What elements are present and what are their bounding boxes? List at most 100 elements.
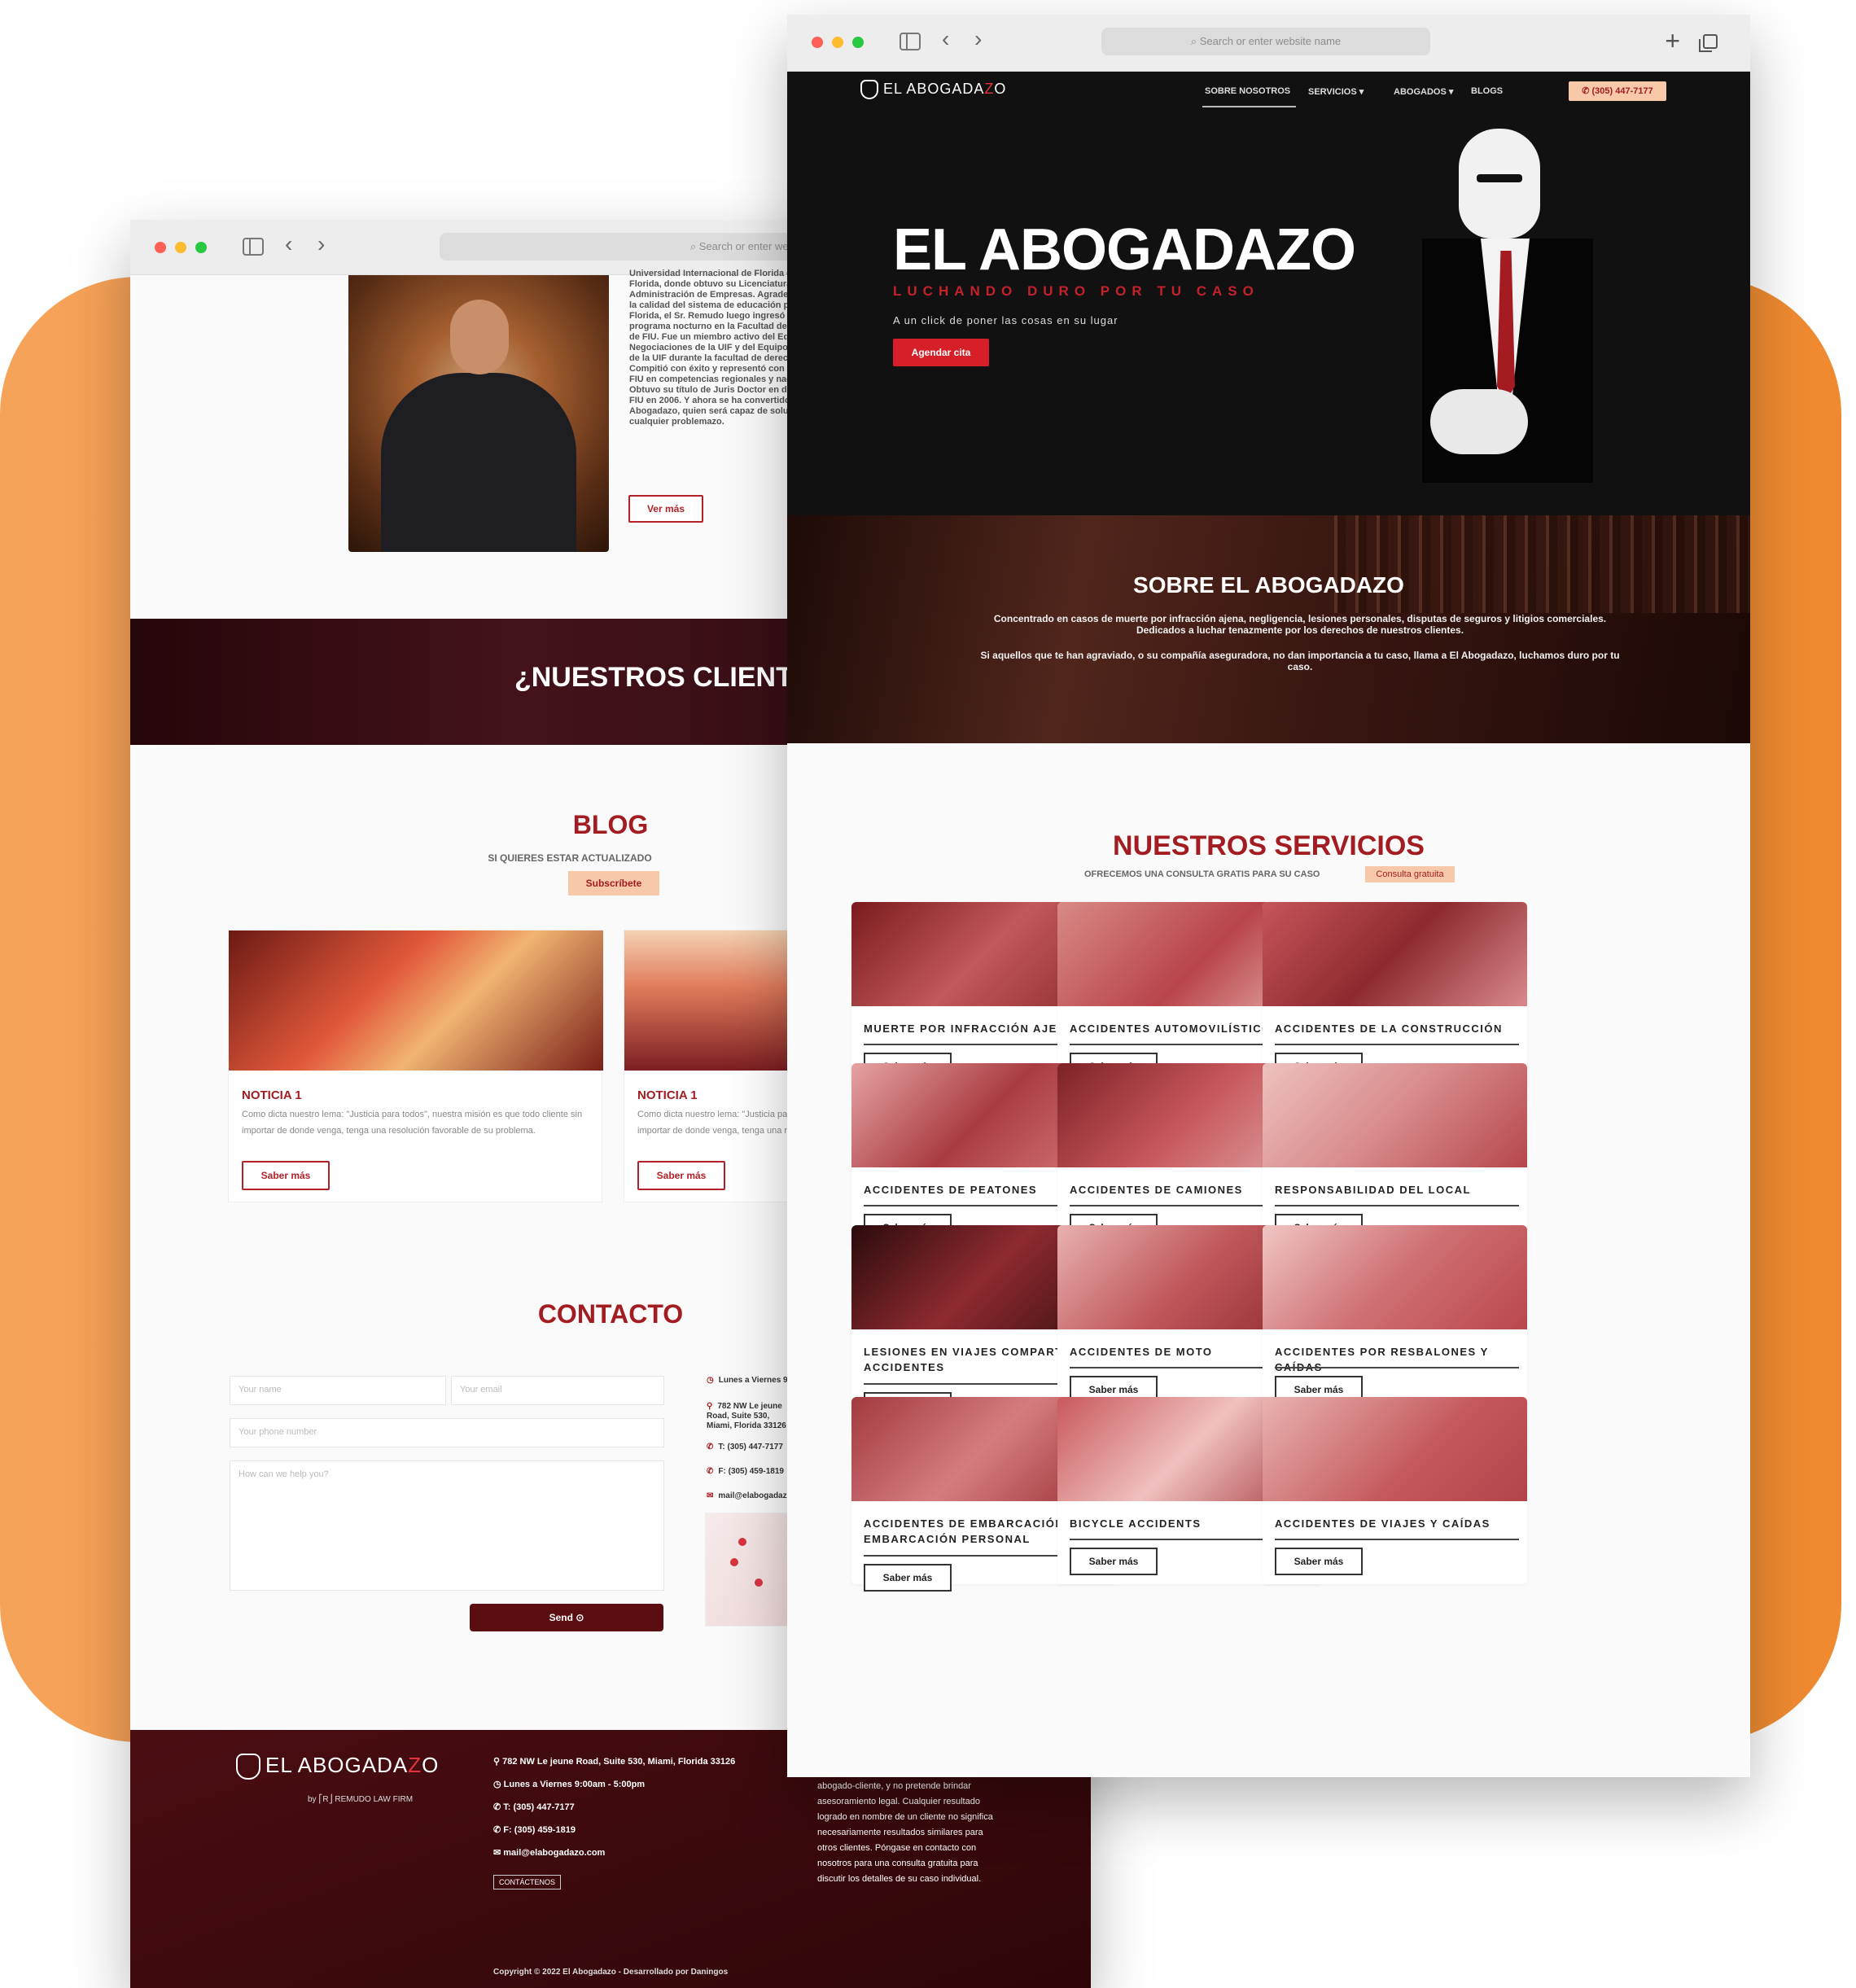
blog-post-title: NOTICIA 1 [242, 1088, 302, 1102]
back-arrow-icon[interactable]: ‹ [285, 233, 292, 256]
service-divider [1275, 1205, 1519, 1206]
hero-slogan: LUCHANDO DURO POR TU CASO [893, 283, 1259, 299]
hero-tagline: A un click de poner las cosas en su luga… [893, 314, 1118, 326]
maximize-dot-icon[interactable] [195, 242, 207, 253]
map-pin-icon [738, 1538, 746, 1546]
service-title: ACCIDENTES DE LA CONSTRUCCIÓN [1275, 1022, 1503, 1035]
lawyer-silhouette [1422, 129, 1593, 515]
service-card[interactable]: RESPONSABILIDAD DEL LOCALSaber más [1263, 1063, 1527, 1250]
remudo-brand: by ⎡R⎦ REMUDO LAW FIRM [308, 1795, 414, 1804]
maximize-dot-icon[interactable] [852, 37, 864, 48]
address-bar[interactable]: ⌕ Search or enter website name [1101, 28, 1430, 55]
agendar-cita-button[interactable]: Agendar cita [893, 339, 989, 366]
contactenos-button[interactable]: CONTÁCTENOS [493, 1875, 562, 1889]
suit-shape [381, 373, 576, 552]
service-image [1263, 1063, 1527, 1167]
saber-mas-button[interactable]: Saber más [242, 1161, 330, 1190]
service-divider [1275, 1367, 1519, 1368]
service-divider [1275, 1044, 1519, 1045]
footer-phone[interactable]: ✆ T: (305) 447-7177 [493, 1802, 575, 1812]
search-icon: ⌕ [1190, 35, 1200, 47]
nav-sobre-nosotros[interactable]: SOBRE NOSOTROS [1205, 86, 1290, 96]
chevron-down-icon: ▾ [1448, 87, 1454, 97]
services-title: NUESTROS SERVICIOS [1113, 830, 1425, 861]
site-logo[interactable]: EL ABOGADAZO [860, 80, 1006, 99]
about-paragraph: Concentrado en casos de muerte por infra… [993, 613, 1607, 636]
phone-icon: ✆ [1582, 86, 1590, 96]
services-subtitle: OFRECEMOS UNA CONSULTA GRATIS PARA SU CA… [1084, 869, 1320, 879]
service-title: RESPONSABILIDAD DEL LOCAL [1275, 1184, 1471, 1196]
blog-post-text: Como dicta nuestro lema: "Justicia para … [242, 1110, 583, 1136]
tabs-overview-icon[interactable] [1699, 34, 1718, 52]
copyright: Copyright © 2022 El Abogadazo - Desarrol… [493, 1968, 729, 1977]
new-tab-icon[interactable]: + [1665, 26, 1680, 56]
blog-post-title: NOTICIA 1 [637, 1088, 698, 1102]
close-dot-icon[interactable] [812, 37, 823, 48]
service-image [1263, 902, 1527, 1006]
browser-toolbar: ‹ › ⌕ Search or enter website name + [787, 15, 1750, 72]
saber-mas-button[interactable]: Saber más [1070, 1548, 1158, 1575]
footer-fax: ✆ F: (305) 459-1819 [493, 1825, 576, 1835]
service-image [1263, 1397, 1527, 1501]
saber-mas-button[interactable]: Saber más [637, 1161, 725, 1190]
sidebar-toggle-icon[interactable] [243, 238, 264, 256]
service-title: ACCIDENTES POR RESBALONES Y CAÍDAS [1275, 1346, 1489, 1373]
service-card[interactable]: ACCIDENTES DE LA CONSTRUCCIÓNSaber más [1263, 902, 1527, 1089]
shield-logo-icon [860, 80, 878, 99]
minimize-dot-icon[interactable] [832, 37, 843, 48]
nav-abogados[interactable]: ABOGADOS ▾ [1394, 86, 1453, 97]
blog-card[interactable]: NOTICIA 1 Como dicta nuestro lema: "Just… [228, 930, 603, 1202]
send-button[interactable]: Send ⊙ [470, 1604, 663, 1631]
sidebar-toggle-icon[interactable] [900, 33, 921, 50]
about-paragraph: Si aquellos que te han agraviado, o su c… [980, 650, 1620, 672]
consulta-gratuita-button[interactable]: Consulta gratuita [1365, 866, 1455, 882]
saber-mas-button[interactable]: Saber más [864, 1564, 952, 1592]
window-controls[interactable] [812, 37, 864, 48]
forward-arrow-icon[interactable]: › [317, 233, 325, 256]
footer-email[interactable]: ✉ mail@elabogadazo.com [493, 1847, 605, 1858]
about-title: SOBRE EL ABOGADAZO [1133, 572, 1404, 598]
lawyer-photo [348, 275, 609, 552]
saber-mas-button[interactable]: Saber más [1275, 1548, 1363, 1575]
nav-blogs[interactable]: BLOGS [1471, 86, 1503, 96]
window-controls[interactable] [155, 242, 207, 253]
blog-subtitle: SI QUIERES ESTAR ACTUALIZADO [488, 852, 652, 864]
service-image [1263, 1225, 1527, 1329]
phone-field[interactable]: Your phone number [230, 1418, 664, 1447]
nav-active-underline [1202, 106, 1296, 107]
hero-brand: EL ABOGADAZO [893, 217, 1356, 282]
forward-arrow-icon[interactable]: › [974, 28, 982, 50]
contact-fax: ✆ F: (305) 459-1819 [707, 1467, 784, 1476]
name-field[interactable]: Your name [230, 1376, 446, 1405]
ver-mas-button[interactable]: Ver más [628, 495, 703, 523]
phone-button[interactable]: ✆ (305) 447-7177 [1569, 81, 1666, 101]
location-map[interactable] [705, 1513, 794, 1627]
shield-logo-icon [236, 1754, 260, 1780]
nav-servicios[interactable]: SERVICIOS ▾ [1308, 86, 1364, 97]
map-pin-icon [755, 1579, 763, 1587]
email-field[interactable]: Your email [451, 1376, 664, 1405]
location-pin-icon: ⚲ [707, 1402, 713, 1411]
close-dot-icon[interactable] [155, 242, 166, 253]
phone-icon: ✆ [707, 1443, 714, 1452]
minimize-dot-icon[interactable] [175, 242, 186, 253]
service-card[interactable]: ACCIDENTES POR RESBALONES Y CAÍDAS Saber … [1263, 1225, 1527, 1412]
arrow-circle-icon: ⊙ [576, 1612, 584, 1623]
service-title: ACCIDENTES DE VIAJES Y CAÍDAS [1275, 1517, 1490, 1530]
message-textarea[interactable]: How can we help you? [230, 1460, 664, 1591]
clock-icon: ◷ [707, 1376, 714, 1385]
subscribe-button[interactable]: Subscríbete [568, 871, 659, 895]
back-arrow-icon[interactable]: ‹ [942, 28, 949, 50]
contact-address: ⚲ 782 NW Le jeune Road, Suite 530, Miami,… [707, 1402, 786, 1430]
fax-icon: ✆ [707, 1467, 714, 1476]
service-card[interactable]: ACCIDENTES DE VIAJES Y CAÍDAS Saber más [1263, 1397, 1527, 1584]
contact-phone[interactable]: ✆ T: (305) 447-7177 [707, 1443, 783, 1452]
footer-hours: ◷ Lunes a Viernes 9:00am - 5:00pm [493, 1780, 646, 1789]
footer-logo[interactable]: EL ABOGADAZO [236, 1753, 439, 1780]
head-shape [450, 300, 509, 374]
bookshelf-background [1324, 515, 1750, 613]
hero-section: EL ABOGADAZO SOBRE NOSOTROS SERVICIOS ▾ … [787, 72, 1750, 515]
right-browser-window: ‹ › ⌕ Search or enter website name + EL … [787, 15, 1750, 1777]
chevron-down-icon: ▾ [1359, 87, 1364, 97]
service-divider [1275, 1539, 1519, 1540]
